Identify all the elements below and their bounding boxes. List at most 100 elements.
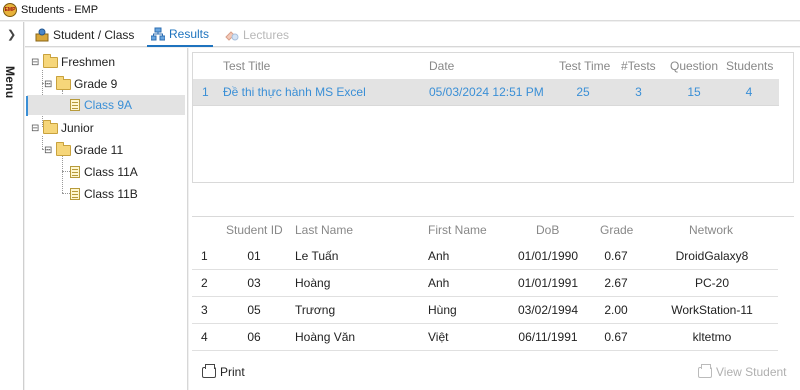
tree-node-freshmen[interactable]: ⊟ Freshmen bbox=[31, 52, 115, 72]
first-name-cell: Anh bbox=[428, 249, 450, 263]
student-id-cell: 06 bbox=[247, 330, 261, 344]
tests-count-cell: 3 bbox=[635, 85, 642, 99]
tree-node-class-11b[interactable]: Class 11B bbox=[70, 184, 138, 204]
table-row[interactable]: 1 Đề thi thực hành MS Excel 05/03/2024 1… bbox=[193, 79, 779, 106]
test-time-cell: 25 bbox=[576, 85, 590, 99]
tree-node-grade-9[interactable]: ⊟ Grade 9 bbox=[44, 74, 117, 94]
student-id-cell: 03 bbox=[247, 276, 261, 290]
student-id-cell: 05 bbox=[247, 303, 261, 317]
collapse-icon[interactable]: ⊟ bbox=[44, 79, 54, 90]
tree-node-label: Class 11A bbox=[84, 165, 138, 179]
student-class-icon bbox=[35, 28, 49, 42]
column-header-student-id[interactable]: Student ID bbox=[226, 217, 283, 243]
dob-cell: 03/02/1994 bbox=[517, 303, 579, 317]
results-panel: Test Title Date Test Time #Tests Questio… bbox=[189, 48, 800, 390]
row-index: 1 bbox=[202, 85, 209, 99]
tab-lectures[interactable]: Lectures bbox=[225, 22, 289, 47]
row-index: 1 bbox=[201, 249, 208, 263]
tree-node-grade-11[interactable]: ⊟ Grade 11 bbox=[44, 140, 123, 160]
column-header-last-name[interactable]: Last Name bbox=[295, 217, 353, 243]
first-name-cell: Việt bbox=[428, 330, 449, 344]
print-label: Print bbox=[220, 365, 245, 379]
tab-results-label: Results bbox=[169, 26, 210, 41]
tree-node-class-11a[interactable]: Class 11A bbox=[70, 162, 138, 182]
results-network-icon bbox=[151, 27, 165, 41]
tree-node-class-9a[interactable]: Class 9A bbox=[27, 95, 185, 115]
column-header-date[interactable]: Date bbox=[429, 53, 454, 79]
table-row[interactable]: 1 01 Le Tuấn Anh 01/01/1990 0.67 DroidGa… bbox=[192, 243, 778, 270]
first-name-cell: Anh bbox=[428, 276, 450, 290]
class-document-icon bbox=[70, 188, 80, 200]
column-header-dob[interactable]: DoB bbox=[536, 217, 559, 243]
tests-grid[interactable]: Test Title Date Test Time #Tests Questio… bbox=[192, 52, 794, 183]
students-cell: 4 bbox=[745, 85, 753, 99]
emp-app-icon: EMP bbox=[3, 3, 17, 17]
class-document-icon bbox=[70, 166, 80, 178]
selection-indicator bbox=[26, 96, 28, 116]
class-document-icon bbox=[70, 99, 80, 111]
test-title-cell: Đề thi thực hành MS Excel bbox=[223, 85, 366, 99]
table-row[interactable]: 3 05 Trương Hùng 03/02/1994 2.00 WorkSta… bbox=[192, 297, 778, 324]
student-id-cell: 01 bbox=[247, 249, 261, 263]
column-header-grade[interactable]: Grade bbox=[600, 217, 633, 243]
tree-node-label: Class 9A bbox=[84, 98, 133, 112]
window-title: Students - EMP bbox=[21, 4, 99, 16]
column-header-question[interactable]: Question bbox=[670, 53, 718, 79]
row-index: 3 bbox=[201, 303, 208, 317]
network-cell: kltetmo bbox=[692, 330, 732, 344]
column-header-first-name[interactable]: First Name bbox=[428, 217, 487, 243]
dob-cell: 01/01/1991 bbox=[517, 276, 579, 290]
network-cell: DroidGalaxy8 bbox=[675, 249, 749, 263]
chevron-right-icon[interactable]: ❯ bbox=[7, 28, 16, 41]
lectures-icon bbox=[225, 28, 239, 42]
column-header-tests[interactable]: #Tests bbox=[621, 53, 656, 79]
tab-lectures-label: Lectures bbox=[243, 27, 290, 42]
class-tree: ⊟ Freshmen ⊟ Grade 9 Class 9A ⊟ Junior ⊟… bbox=[25, 48, 188, 390]
question-cell: 15 bbox=[687, 85, 701, 99]
printer-icon bbox=[202, 363, 216, 378]
row-index: 4 bbox=[201, 330, 208, 344]
tree-connector bbox=[62, 193, 70, 194]
grade-cell: 0.67 bbox=[604, 249, 628, 263]
folder-open-icon bbox=[56, 75, 71, 90]
dob-cell: 06/11/1991 bbox=[518, 330, 578, 344]
grade-cell: 2.00 bbox=[604, 303, 628, 317]
dob-cell: 01/01/1990 bbox=[517, 249, 579, 263]
grade-cell: 0.67 bbox=[604, 330, 628, 344]
last-name-cell: Hoàng Văn bbox=[295, 330, 356, 344]
printer-icon bbox=[698, 363, 712, 378]
tree-connector bbox=[62, 156, 63, 193]
title-bar: EMP Students - EMP bbox=[0, 0, 800, 21]
folder-open-icon bbox=[56, 141, 71, 156]
last-name-cell: Le Tuấn bbox=[295, 249, 339, 263]
table-row[interactable]: 4 06 Hoàng Văn Việt 06/11/1991 0.67 klte… bbox=[192, 324, 778, 351]
network-cell: WorkStation-11 bbox=[671, 303, 753, 317]
tree-node-label: Grade 11 bbox=[74, 143, 124, 157]
column-header-test-title[interactable]: Test Title bbox=[223, 53, 270, 79]
menu-label[interactable]: Menu bbox=[3, 66, 17, 99]
column-header-test-time[interactable]: Test Time bbox=[559, 53, 610, 79]
view-student-button[interactable]: View Student bbox=[698, 362, 787, 382]
view-student-label: View Student bbox=[716, 365, 787, 379]
tree-node-label: Freshmen bbox=[61, 55, 116, 69]
last-name-cell: Hoàng bbox=[295, 276, 331, 290]
column-header-network[interactable]: Network bbox=[689, 217, 733, 243]
first-name-cell: Hùng bbox=[428, 303, 457, 317]
tab-student-class-label: Student / Class bbox=[53, 27, 135, 42]
collapse-icon[interactable]: ⊟ bbox=[44, 145, 54, 156]
tab-bar: Student / Class Results Lectures bbox=[25, 22, 800, 47]
collapse-icon[interactable]: ⊟ bbox=[31, 57, 41, 68]
collapse-icon[interactable]: ⊟ bbox=[31, 123, 41, 134]
tab-results[interactable]: Results bbox=[147, 22, 214, 47]
column-header-students[interactable]: Students bbox=[726, 53, 773, 79]
tree-node-junior[interactable]: ⊟ Junior bbox=[31, 118, 94, 138]
tree-node-label: Class 11B bbox=[84, 187, 138, 201]
table-row[interactable]: 2 03 Hoàng Anh 01/01/1991 2.67 PC-20 bbox=[192, 270, 778, 297]
tree-node-label: Grade 9 bbox=[74, 77, 118, 91]
menu-strip[interactable]: ❯ Menu bbox=[0, 22, 24, 390]
tree-connector bbox=[62, 171, 70, 172]
tab-student-class[interactable]: Student / Class bbox=[35, 22, 134, 47]
folder-open-icon bbox=[43, 119, 58, 134]
print-button[interactable]: Print bbox=[202, 362, 245, 382]
students-grid[interactable]: Student ID Last Name First Name DoB Grad… bbox=[192, 216, 794, 352]
